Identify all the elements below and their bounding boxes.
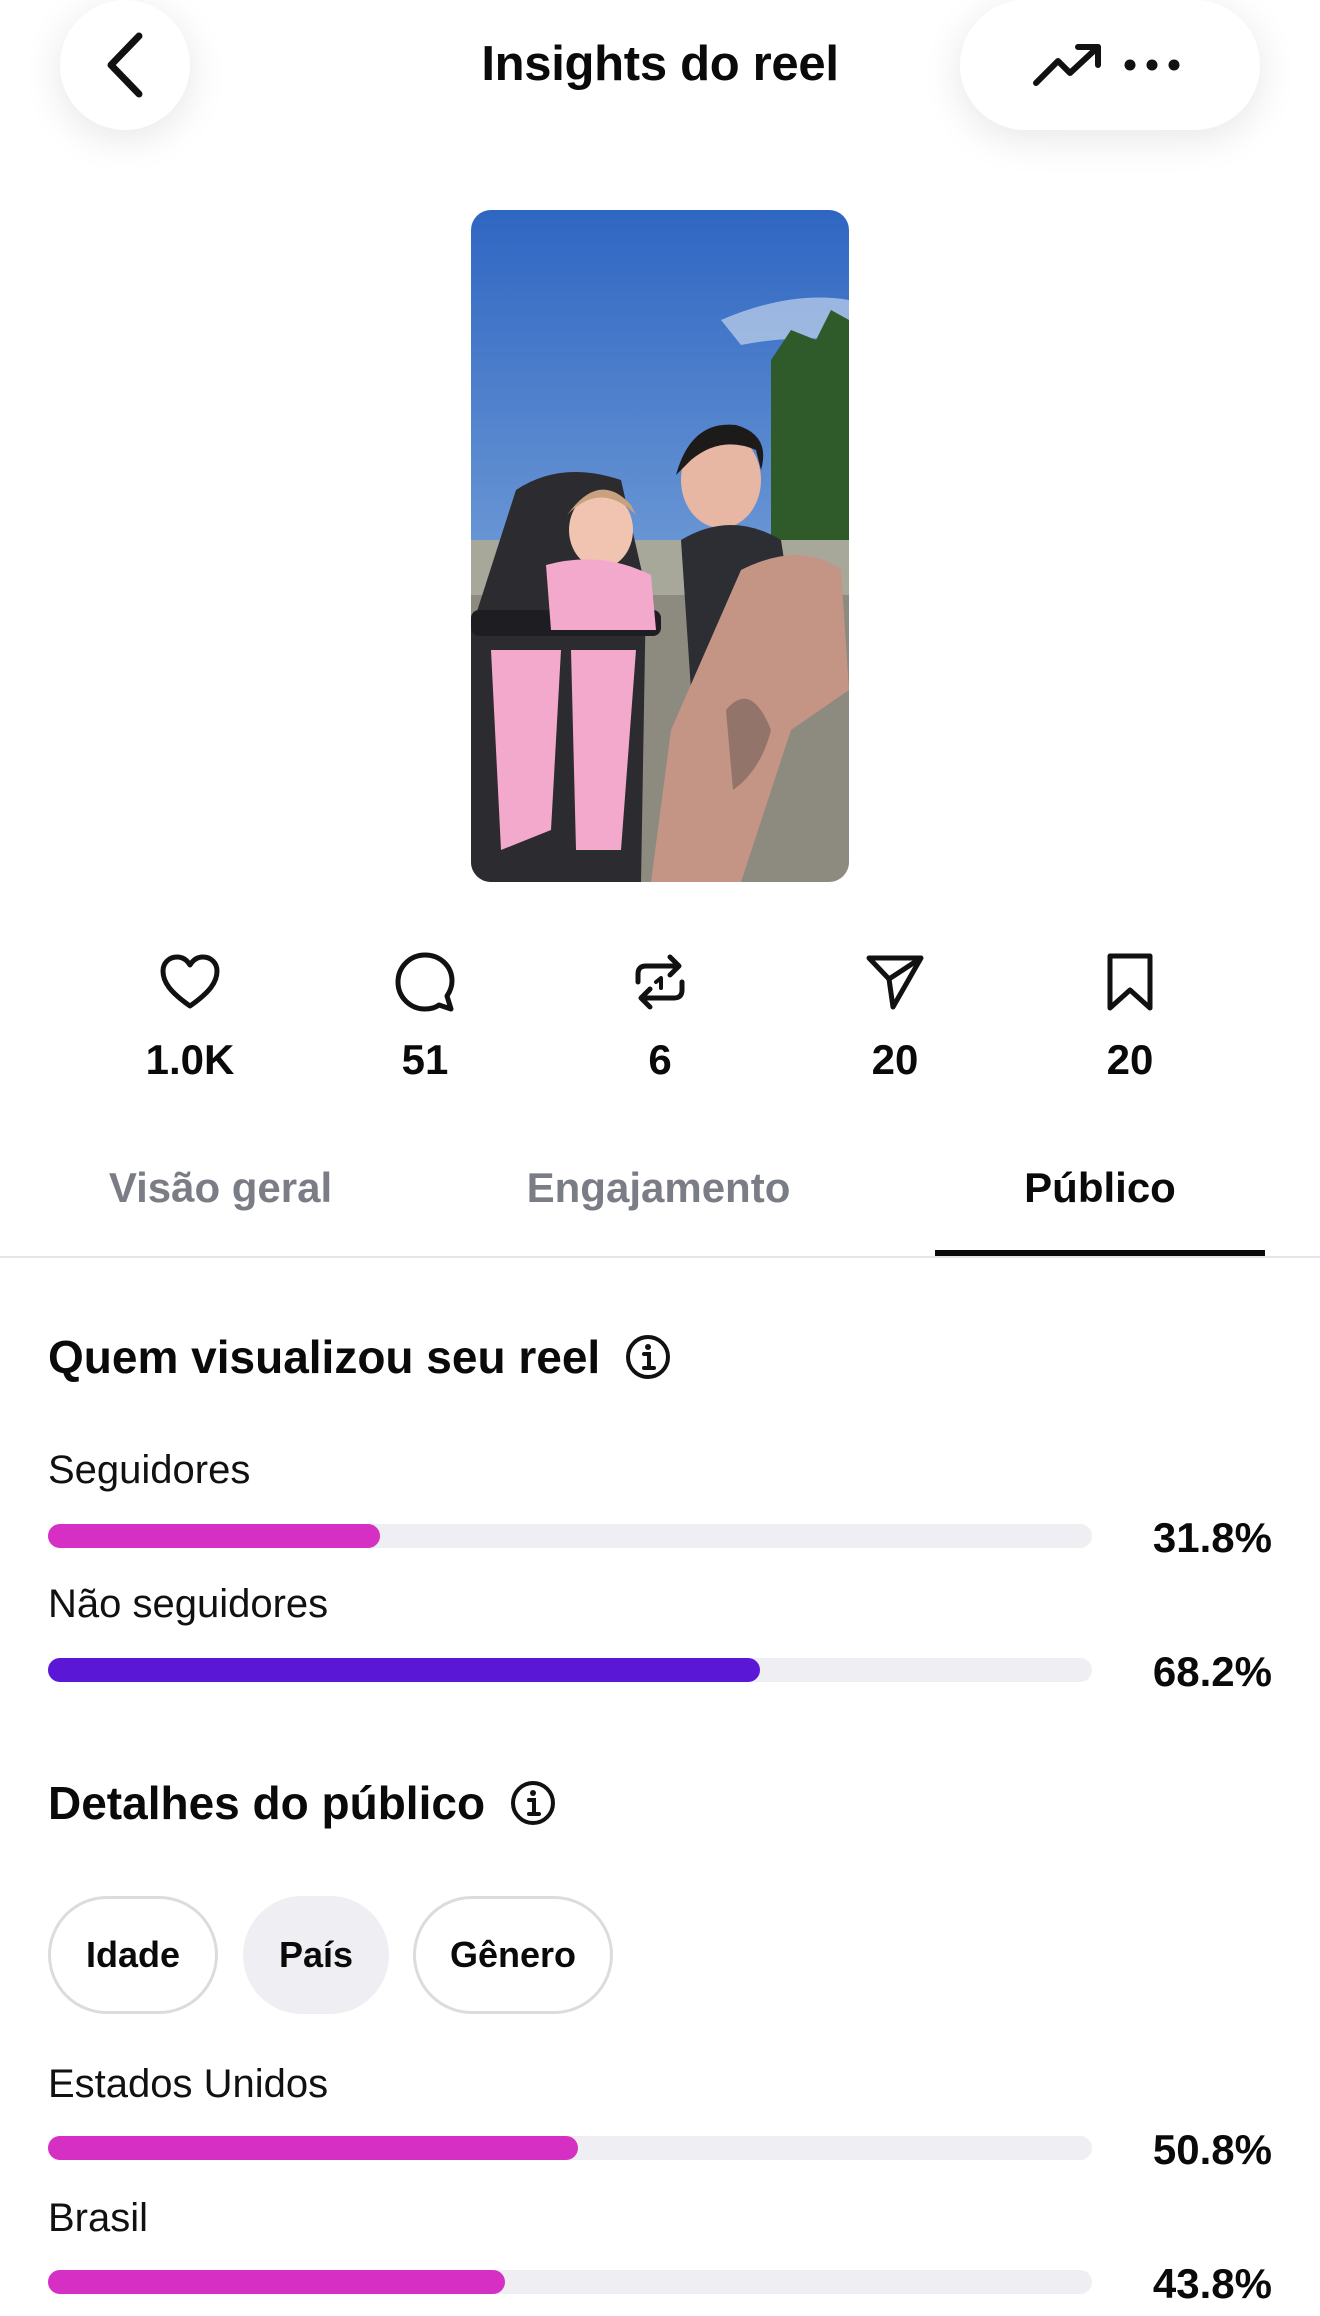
shares-count: 20 (871, 1036, 919, 1083)
repost-icon (628, 950, 692, 1014)
more-horizontal-icon (1124, 59, 1180, 71)
stat-shares: 20 (795, 950, 995, 1084)
tab-overview[interactable]: Visão geral (48, 1164, 393, 1212)
likes-count: 1.0K (145, 1036, 235, 1083)
progress-bar (48, 2136, 1092, 2160)
viewers-title-text: Quem visualizou seu reel (48, 1331, 601, 1383)
info-icon[interactable] (509, 1779, 557, 1827)
trending-up-icon (1033, 44, 1101, 86)
metric-percent: 68.2% (1152, 1648, 1272, 1695)
reel-stats: 1.0K 51 6 20 20 (0, 950, 1320, 1100)
metric-followers: Seguidores 31.8% (48, 1448, 1272, 1568)
metric-percent: 43.8% (1152, 2260, 1272, 2307)
metric-percent: 50.8% (1152, 2126, 1272, 2173)
insights-tabs: Visão geral Engajamento Público (0, 1150, 1320, 1258)
reposts-count: 6 (648, 1036, 672, 1083)
saves-count: 20 (1106, 1036, 1154, 1083)
stat-saves: 20 (1030, 950, 1230, 1084)
progress-bar (48, 1524, 1092, 1548)
progress-bar-fill (48, 1658, 760, 1682)
stat-comments: 51 (325, 950, 525, 1084)
metric-non-followers: Não seguidores 68.2% (48, 1582, 1272, 1702)
header-actions (960, 0, 1260, 130)
comment-icon (393, 950, 457, 1014)
progress-bar-fill (48, 2270, 506, 2294)
comments-count: 51 (401, 1036, 449, 1083)
more-options-button[interactable] (1112, 25, 1192, 105)
audience-section-title: Detalhes do público (48, 1776, 557, 1830)
metric-percent: 31.8% (1152, 1514, 1272, 1561)
trend-button[interactable] (1028, 25, 1108, 105)
metric-country-us: Estados Unidos 50.8% (48, 2062, 1272, 2182)
reel-thumbnail-image (471, 210, 849, 882)
progress-bar-fill (48, 2136, 579, 2160)
bookmark-icon (1098, 950, 1162, 1014)
chip-gender[interactable]: Gênero (413, 1896, 613, 2014)
metric-label: Estados Unidos (48, 2062, 329, 2106)
info-icon[interactable] (624, 1333, 672, 1381)
metric-country-brazil: Brasil 43.8% (48, 2196, 1272, 2316)
chip-age[interactable]: Idade (48, 1896, 218, 2014)
stat-reposts: 6 (560, 950, 760, 1084)
active-tab-indicator (935, 1250, 1265, 1256)
progress-bar (48, 2270, 1092, 2294)
viewers-section-title: Quem visualizou seu reel (48, 1330, 672, 1384)
send-icon (863, 950, 927, 1014)
progress-bar (48, 1658, 1092, 1682)
tab-engagement[interactable]: Engajamento (486, 1164, 831, 1212)
progress-bar-fill (48, 1524, 380, 1548)
metric-label: Brasil (48, 2196, 149, 2240)
stat-likes: 1.0K (90, 950, 290, 1084)
audience-title-text: Detalhes do público (48, 1777, 486, 1829)
tab-audience[interactable]: Público (935, 1164, 1265, 1212)
reel-thumbnail[interactable] (471, 210, 849, 882)
metric-label: Não seguidores (48, 1582, 329, 1626)
metric-label: Seguidores (48, 1448, 251, 1492)
header: Insights do reel (0, 0, 1320, 190)
chip-country[interactable]: País (243, 1896, 389, 2014)
heart-icon (158, 950, 222, 1014)
